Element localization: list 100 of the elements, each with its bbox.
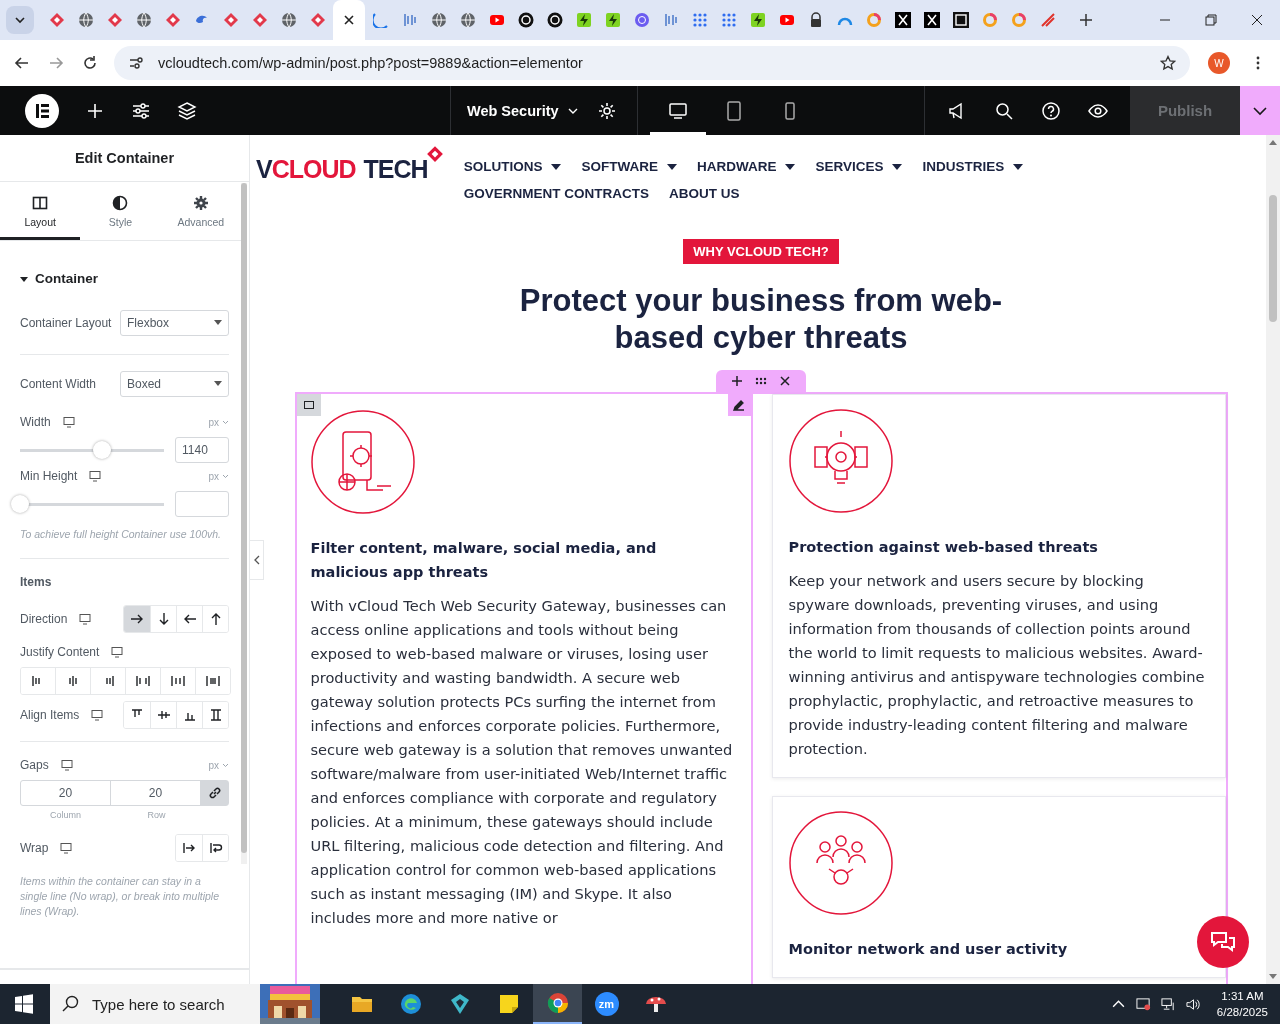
justify-evenly-icon bbox=[206, 674, 220, 688]
taskbar-search-field[interactable]: Type here to search bbox=[50, 984, 320, 1024]
restore-icon[interactable] bbox=[1205, 14, 1217, 26]
close-icon[interactable] bbox=[779, 376, 790, 386]
globe-icon bbox=[459, 12, 476, 28]
profile-avatar[interactable]: W bbox=[1208, 52, 1230, 74]
justify-between-icon bbox=[136, 674, 150, 688]
chat-alert-icon[interactable] bbox=[1135, 996, 1151, 1012]
gap-field[interactable]: 20 bbox=[21, 781, 111, 805]
bars-icon bbox=[662, 12, 679, 28]
volume-icon[interactable] bbox=[1185, 996, 1201, 1012]
nav-link[interactable]: SOFTWARE bbox=[581, 159, 677, 174]
taskbar-app[interactable] bbox=[533, 984, 582, 1024]
section-heading: Protect your business from web-based cyber threats bbox=[518, 282, 1004, 356]
control-label: Content Width bbox=[20, 377, 97, 391]
site-logo[interactable]: VCLOUD TECH bbox=[256, 145, 444, 184]
group-heading: Items bbox=[20, 575, 53, 589]
dots-icon bbox=[691, 12, 708, 28]
container-handle[interactable] bbox=[716, 370, 806, 392]
gear-icon bbox=[192, 194, 209, 211]
edit-button[interactable] bbox=[727, 394, 751, 416]
desktop-icon[interactable] bbox=[60, 759, 73, 771]
bulb-icon bbox=[788, 409, 893, 513]
ring-icon bbox=[865, 12, 882, 28]
chat-button[interactable] bbox=[1197, 916, 1249, 968]
play-icon bbox=[488, 12, 505, 28]
nav-link[interactable]: ABOUT US bbox=[668, 186, 740, 201]
chat-icon bbox=[1210, 930, 1236, 954]
chevron-down-icon bbox=[222, 419, 229, 425]
panel-tab[interactable]: Style bbox=[80, 182, 161, 240]
settings-icon[interactable] bbox=[597, 100, 617, 121]
site-info-icon[interactable] bbox=[128, 55, 144, 71]
desktop-icon[interactable] bbox=[89, 470, 102, 482]
help-icon[interactable] bbox=[1041, 100, 1062, 121]
star-icon[interactable] bbox=[1160, 55, 1176, 71]
scroll-down-icon[interactable] bbox=[1269, 974, 1277, 980]
nav-link[interactable]: SERVICES bbox=[815, 159, 903, 174]
select-field[interactable]: Boxed bbox=[120, 371, 229, 397]
desktop-icon[interactable] bbox=[62, 416, 75, 428]
slider-thumb[interactable] bbox=[11, 495, 29, 513]
play-icon bbox=[778, 12, 795, 28]
select-field[interactable]: Flexbox bbox=[120, 310, 229, 336]
option-button[interactable] bbox=[202, 606, 228, 632]
control-label: Gaps bbox=[20, 758, 49, 772]
document-menu[interactable]: Web Security bbox=[467, 102, 579, 119]
chevron-left-icon bbox=[253, 555, 260, 565]
scroll-up-icon[interactable] bbox=[1269, 139, 1277, 145]
diamond-icon bbox=[222, 12, 239, 28]
option-button[interactable] bbox=[124, 606, 150, 632]
plus-icon bbox=[1079, 13, 1093, 27]
tab-list-button[interactable] bbox=[6, 6, 34, 34]
desktop-icon[interactable] bbox=[60, 842, 73, 854]
ring-icon bbox=[981, 12, 998, 28]
card-title: Protection against web-based threats bbox=[788, 538, 1099, 557]
x-icon bbox=[894, 12, 911, 28]
number-field[interactable] bbox=[175, 491, 229, 517]
chevron-down-icon bbox=[14, 14, 26, 26]
section-header[interactable]: Container bbox=[20, 271, 229, 286]
clock[interactable]: 1:31 AM 6/28/2025 bbox=[1216, 988, 1268, 1020]
zoom-icon: zm bbox=[594, 992, 619, 1016]
nav-link[interactable]: GOVERNMENT CONTRACTS bbox=[463, 186, 649, 201]
justify-center-icon bbox=[66, 674, 80, 688]
address-field[interactable]: vcloudtech.com/wp-admin/post.php?post=9889&action=elementor bbox=[114, 46, 1190, 80]
edge-icon bbox=[398, 992, 423, 1016]
desktop-icon[interactable] bbox=[91, 709, 104, 721]
control-label: Min Height bbox=[20, 469, 78, 483]
option-button[interactable] bbox=[202, 835, 228, 861]
layers-icon[interactable] bbox=[177, 100, 197, 121]
search-icon[interactable] bbox=[993, 100, 1014, 121]
option-button[interactable] bbox=[202, 702, 228, 728]
close-icon[interactable] bbox=[1251, 14, 1263, 26]
network-icon[interactable] bbox=[1160, 996, 1176, 1012]
control-label: Justify Content bbox=[20, 645, 100, 659]
card-text: Keep your network and users secure by blocking spyware downloads, preventing viruses, and using information from thousands of collection points around the world to limit requests to malicious websites. Award-winning antivirus and antispyware technologies combine prophylactic, prophylactic, and retroactive measures to provide industry-leading content filtering and malware protection. bbox=[788, 571, 1206, 759]
option-button[interactable] bbox=[195, 668, 230, 694]
slider-thumb[interactable] bbox=[93, 441, 112, 459]
number-field[interactable]: 1140 bbox=[175, 437, 229, 463]
align-middle-icon bbox=[156, 708, 171, 722]
bars-icon bbox=[401, 12, 418, 28]
spinner-icon bbox=[372, 12, 389, 28]
link-button[interactable] bbox=[201, 781, 228, 805]
diamond-icon bbox=[106, 12, 123, 28]
sliders-icon[interactable] bbox=[131, 100, 151, 121]
card-title: Filter content, malware, social media, and malicious app threats bbox=[310, 539, 658, 582]
elementor-logo-icon[interactable] bbox=[25, 93, 59, 128]
diamond-icon bbox=[48, 12, 65, 28]
diamond-icon bbox=[309, 12, 326, 28]
panel-tab[interactable]: Layout bbox=[0, 182, 81, 240]
scrollbar-thumb[interactable] bbox=[1269, 195, 1277, 322]
panel-tab[interactable]: Advanced bbox=[160, 182, 241, 240]
nav-link[interactable]: INDUSTRIES bbox=[922, 159, 1024, 174]
drag-handle-icon[interactable] bbox=[755, 377, 767, 385]
nav-link[interactable]: SOLUTIONS bbox=[463, 159, 562, 174]
chevron-down-icon bbox=[222, 473, 229, 479]
container-tag[interactable] bbox=[296, 394, 321, 416]
panel-title: Edit Container bbox=[0, 135, 249, 182]
nav-link[interactable]: HARDWARE bbox=[696, 159, 796, 174]
desktop-icon[interactable] bbox=[111, 646, 124, 658]
desktop-icon[interactable] bbox=[79, 613, 92, 625]
add-icon[interactable] bbox=[732, 376, 743, 386]
